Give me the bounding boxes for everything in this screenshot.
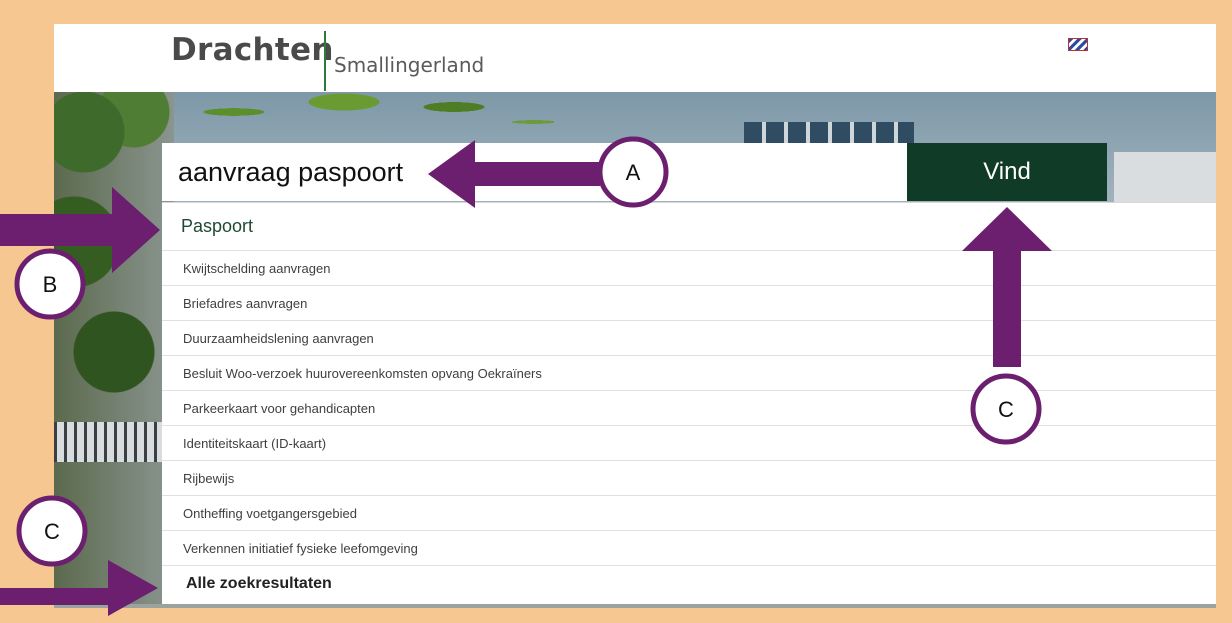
- arrow-left-icon: [428, 140, 600, 208]
- arrow-right-icon: [0, 560, 158, 616]
- marker-b-label: B: [43, 272, 58, 297]
- annotation-overlay: A B C C: [0, 136, 1052, 616]
- marker-c-label: C: [998, 397, 1014, 422]
- marker-c-bottom-label: C: [44, 519, 60, 544]
- marker-a-label: A: [626, 160, 641, 185]
- arrow-up-icon: [962, 207, 1052, 367]
